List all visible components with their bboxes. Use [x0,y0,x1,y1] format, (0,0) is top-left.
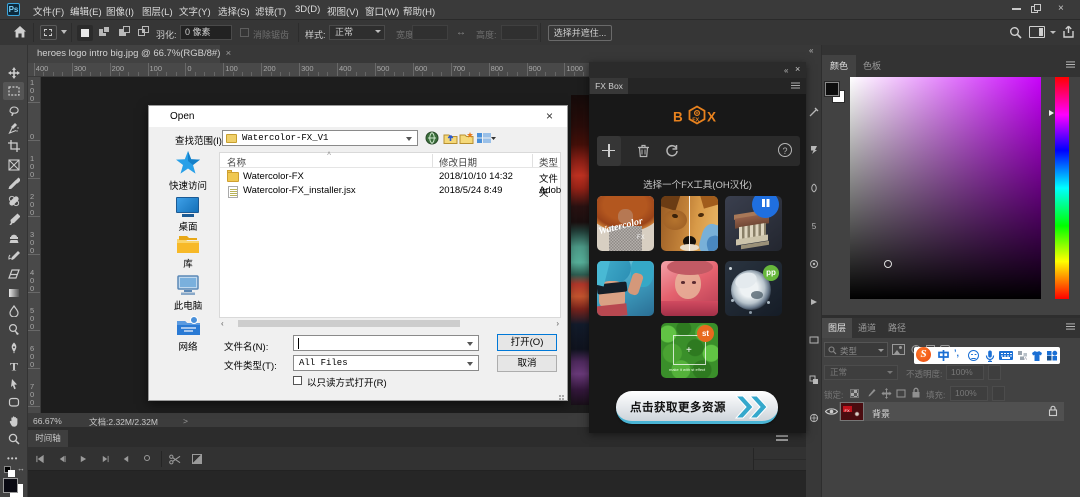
svg-text:T: T [10,360,18,372]
svg-text:B: B [673,110,683,125]
svg-text:5: 5 [812,222,817,231]
svg-text:FX: FX [692,118,699,124]
svg-text:X: X [707,110,716,125]
svg-text:A: A [1024,356,1027,361]
